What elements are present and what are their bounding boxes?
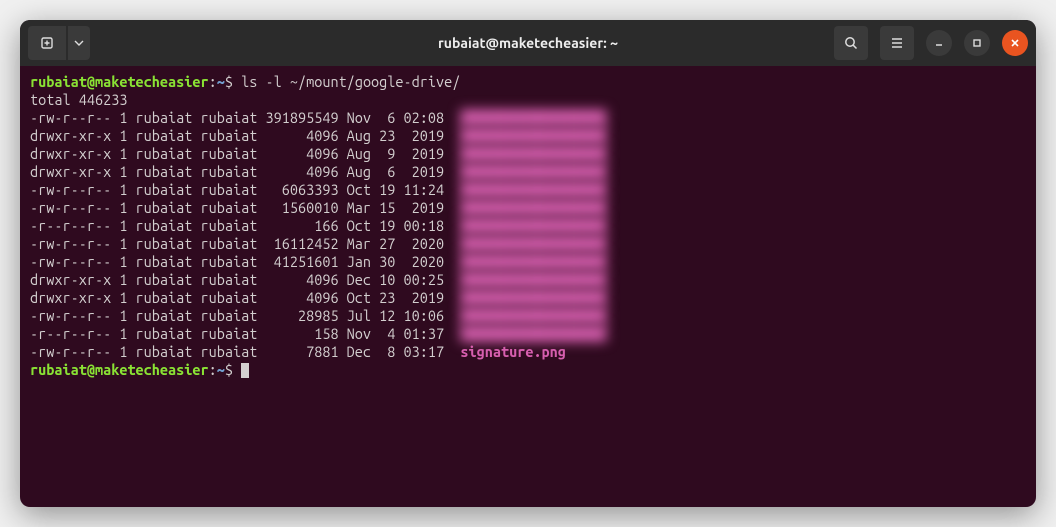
prompt-path: ~ (217, 73, 225, 90)
listing-row: drwxr-xr-x 1 rubaiat rubaiat 4096 Aug 23… (30, 127, 1026, 145)
listing-row: -r--r--r-- 1 rubaiat rubaiat 158 Nov 4 0… (30, 325, 1026, 343)
prompt-colon: : (209, 361, 217, 378)
listing-row: -r--r--r-- 1 rubaiat rubaiat 166 Oct 19 … (30, 217, 1026, 235)
prompt-symbol: $ (225, 361, 241, 378)
listing-row: -rw-r--r-- 1 rubaiat rubaiat 391895549 N… (30, 109, 1026, 127)
terminal-window: rubaiat@maketecheasier: ~ (20, 20, 1036, 507)
chevron-down-icon (74, 38, 84, 48)
row-meta: -rw-r--r-- 1 rubaiat rubaiat 6063393 Oct… (30, 181, 460, 198)
maximize-icon (972, 38, 982, 48)
prompt-user: rubaiat@maketecheasier (30, 361, 209, 378)
new-tab-dropdown[interactable] (68, 26, 90, 60)
blurred-filename: ██████████████████ (460, 109, 606, 127)
prompt-path: ~ (217, 361, 225, 378)
listing-row: -rw-r--r-- 1 rubaiat rubaiat 6063393 Oct… (30, 181, 1026, 199)
row-meta: -r--r--r-- 1 rubaiat rubaiat 166 Oct 19 … (30, 217, 460, 234)
cursor (241, 363, 249, 378)
row-meta: -rw-r--r-- 1 rubaiat rubaiat 41251601 Ja… (30, 253, 460, 270)
blurred-filename: ██████████████████ (460, 145, 606, 163)
hamburger-icon (889, 35, 905, 51)
row-meta: -r--r--r-- 1 rubaiat rubaiat 158 Nov 4 0… (30, 325, 460, 342)
titlebar: rubaiat@maketecheasier: ~ (20, 20, 1036, 66)
maximize-button[interactable] (964, 30, 990, 56)
blurred-filename: ██████████████████ (460, 127, 606, 145)
command-text: ls -l ~/mount/google-drive/ (241, 73, 460, 90)
prompt-colon: : (209, 73, 217, 90)
listing-row: -rw-r--r-- 1 rubaiat rubaiat 7881 Dec 8 … (30, 343, 1026, 361)
row-meta: drwxr-xr-x 1 rubaiat rubaiat 4096 Aug 6 … (30, 163, 460, 180)
blurred-filename: ██████████████████ (460, 289, 606, 307)
titlebar-right-controls (834, 26, 1028, 60)
row-meta: drwxr-xr-x 1 rubaiat rubaiat 4096 Aug 9 … (30, 145, 460, 162)
blurred-filename: ██████████████████ (460, 163, 606, 181)
blurred-filename: ██████████████████ (460, 235, 606, 253)
close-button[interactable] (1002, 30, 1028, 56)
row-meta: -rw-r--r-- 1 rubaiat rubaiat 1560010 Mar… (30, 199, 460, 216)
listing-row: drwxr-xr-x 1 rubaiat rubaiat 4096 Dec 10… (30, 271, 1026, 289)
listing-row: drwxr-xr-x 1 rubaiat rubaiat 4096 Aug 6 … (30, 163, 1026, 181)
titlebar-left-controls (28, 26, 90, 60)
blurred-filename: ██████████████████ (460, 271, 606, 289)
row-meta: drwxr-xr-x 1 rubaiat rubaiat 4096 Dec 10… (30, 271, 460, 288)
prompt-symbol: $ (225, 73, 241, 90)
prompt-line: rubaiat@maketecheasier:~$ (30, 361, 1026, 379)
terminal-body[interactable]: rubaiat@maketecheasier:~$ ls -l ~/mount/… (20, 66, 1036, 507)
listing-row: drwxr-xr-x 1 rubaiat rubaiat 4096 Aug 9 … (30, 145, 1026, 163)
row-meta: -rw-r--r-- 1 rubaiat rubaiat 391895549 N… (30, 109, 460, 126)
blurred-filename: ██████████████████ (460, 181, 606, 199)
blurred-filename: ██████████████████ (460, 217, 606, 235)
blurred-filename: ██████████████████ (460, 325, 606, 343)
row-meta: -rw-r--r-- 1 rubaiat rubaiat 28985 Jul 1… (30, 307, 460, 324)
new-tab-icon (39, 35, 55, 51)
row-meta: -rw-r--r-- 1 rubaiat rubaiat 16112452 Ma… (30, 235, 460, 252)
listing-row: drwxr-xr-x 1 rubaiat rubaiat 4096 Oct 23… (30, 289, 1026, 307)
new-tab-button[interactable] (28, 26, 66, 60)
close-icon (1010, 38, 1020, 48)
listing-row: -rw-r--r-- 1 rubaiat rubaiat 41251601 Ja… (30, 253, 1026, 271)
blurred-filename: ██████████████████ (460, 199, 606, 217)
blurred-filename: ██████████████████ (460, 307, 606, 325)
prompt-line: rubaiat@maketecheasier:~$ ls -l ~/mount/… (30, 73, 1026, 91)
filename: signature.png (460, 343, 566, 360)
minimize-button[interactable] (926, 30, 952, 56)
row-meta: drwxr-xr-x 1 rubaiat rubaiat 4096 Aug 23… (30, 127, 460, 144)
listing-row: -rw-r--r-- 1 rubaiat rubaiat 1560010 Mar… (30, 199, 1026, 217)
listing-row: -rw-r--r-- 1 rubaiat rubaiat 28985 Jul 1… (30, 307, 1026, 325)
row-meta: drwxr-xr-x 1 rubaiat rubaiat 4096 Oct 23… (30, 289, 460, 306)
total-line: total 446233 (30, 91, 1026, 109)
blurred-filename: ██████████████████ (460, 253, 606, 271)
row-meta: -rw-r--r-- 1 rubaiat rubaiat 7881 Dec 8 … (30, 343, 460, 360)
prompt-user: rubaiat@maketecheasier (30, 73, 209, 90)
menu-button[interactable] (880, 26, 914, 60)
listing-row: -rw-r--r-- 1 rubaiat rubaiat 16112452 Ma… (30, 235, 1026, 253)
minimize-icon (934, 38, 944, 48)
search-icon (843, 35, 859, 51)
search-button[interactable] (834, 26, 868, 60)
